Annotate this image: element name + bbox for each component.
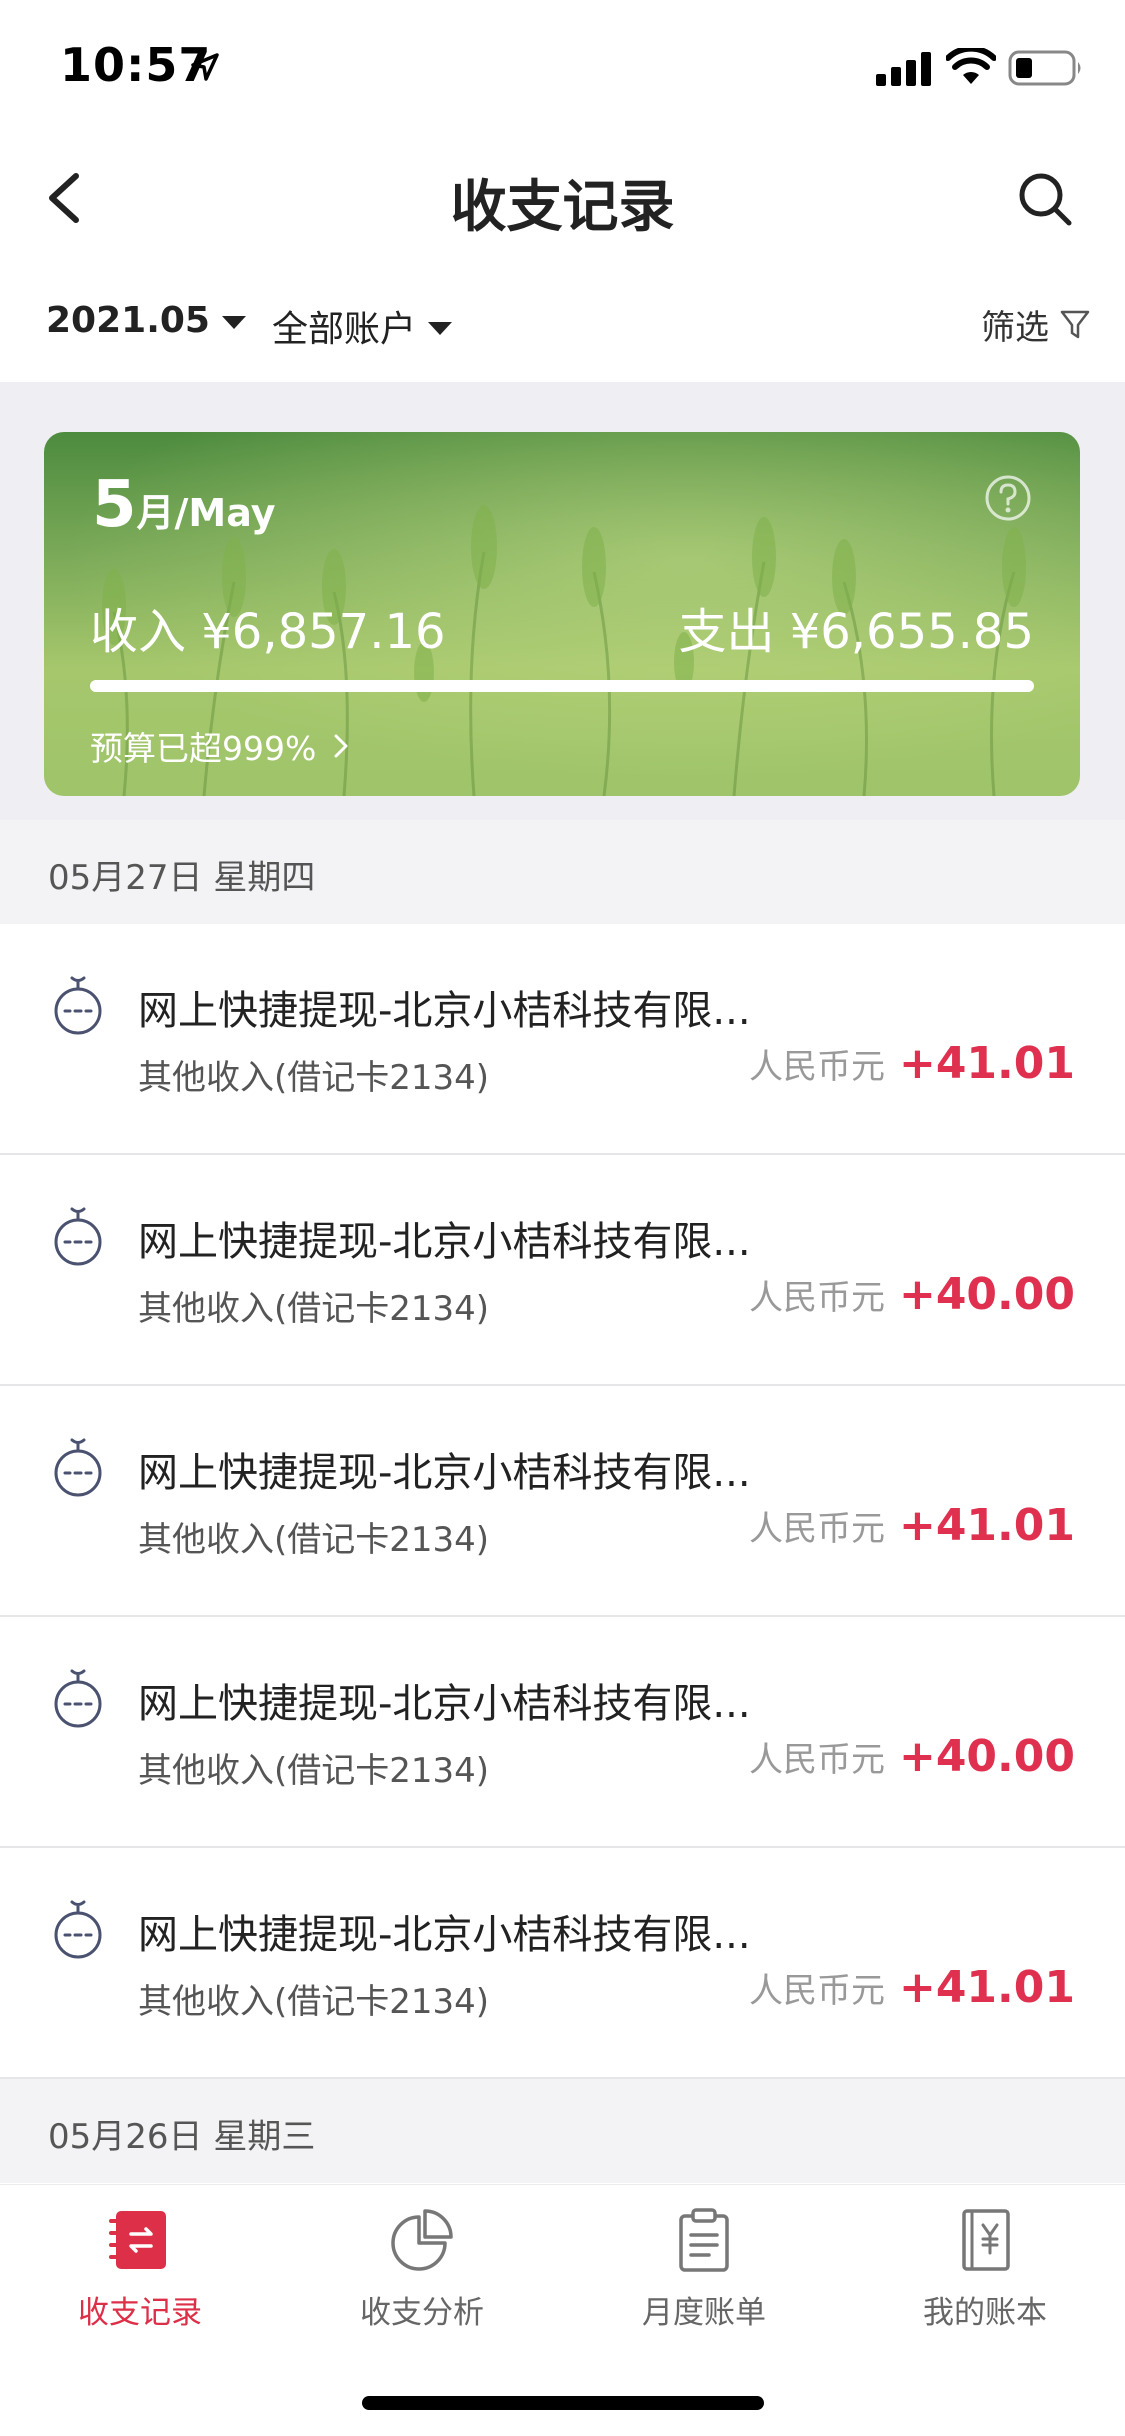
funnel-icon	[1060, 310, 1090, 338]
date-header: 05月26日 星期三	[0, 2079, 1125, 2183]
transaction-title: 网上快捷提现-北京小桔科技有限...	[138, 1219, 751, 1265]
transaction-category: 其他收入(借记卡2134)	[138, 1520, 490, 1560]
home-indicator	[362, 2396, 764, 2410]
transaction-title: 网上快捷提现-北京小桔科技有限...	[138, 1912, 751, 1958]
wifi-icon	[946, 48, 996, 84]
account-selector-label: 全部账户	[272, 309, 417, 350]
transaction-row[interactable]: 网上快捷提现-北京小桔科技有限... 其他收入(借记卡2134) 人民币元 +4…	[0, 1617, 1125, 1848]
summary-area: 5月/May 收入 ¥6,857.16 支出 ¥6,655.85 预算已超999…	[0, 382, 1125, 820]
other-income-icon	[54, 1438, 102, 1497]
tab-label: 收支记录	[78, 2295, 202, 2331]
transaction-amount-group: 人民币元 +40.00	[749, 1269, 1075, 1320]
budget-status-link[interactable]: 预算已超999%	[90, 722, 350, 770]
transaction-amount-group: 人民币元 +41.01	[749, 1962, 1075, 2013]
nav-bar: 收支记录	[0, 132, 1125, 262]
other-income-icon	[54, 1900, 102, 1959]
transaction-currency: 人民币元	[748, 1740, 885, 1780]
transaction-currency: 人民币元	[748, 1509, 885, 1549]
ledger-icon	[109, 2211, 166, 2269]
filter-row: 2021.05 全部账户 筛选	[0, 262, 1125, 382]
transaction-category: 其他收入(借记卡2134)	[138, 1289, 490, 1329]
status-bar: 10:57	[0, 0, 1125, 132]
transaction-amount-group: 人民币元 +41.01	[749, 1500, 1075, 1551]
month-selector[interactable]: 2021.05	[46, 300, 246, 341]
transaction-amount-group: 人民币元 +40.00	[749, 1731, 1075, 1782]
battery-icon	[1008, 50, 1081, 86]
expense-total: 支出 ¥6,655.85	[678, 604, 1034, 660]
transaction-amount: +40.00	[898, 1269, 1075, 1320]
transaction-amount: +41.01	[898, 1500, 1075, 1551]
transaction-title: 网上快捷提现-北京小桔科技有限...	[138, 1681, 751, 1727]
page-title: 收支记录	[450, 175, 675, 240]
signal-icon	[876, 52, 931, 86]
budget-progress-bar	[90, 680, 1034, 692]
transaction-row[interactable]: 网上快捷提现-北京小桔科技有限... 其他收入(借记卡2134) 人民币元 +4…	[0, 1848, 1125, 2079]
tab-label: 我的账本	[923, 2295, 1047, 2331]
transaction-row[interactable]: 网上快捷提现-北京小桔科技有限... 其他收入(借记卡2134) 人民币元 +4…	[0, 1386, 1125, 1617]
transaction-title: 网上快捷提现-北京小桔科技有限...	[138, 988, 751, 1034]
transaction-amount: +40.00	[898, 1731, 1075, 1782]
tab-records[interactable]: 收支记录	[0, 2207, 280, 2332]
card-month-suffix: 月/May	[136, 491, 276, 535]
transaction-category: 其他收入(借记卡2134)	[138, 1058, 490, 1098]
card-month: 5月/May	[92, 468, 275, 542]
card-month-number: 5	[92, 468, 137, 542]
question-mark-icon[interactable]	[984, 474, 1032, 522]
transaction-title: 网上快捷提现-北京小桔科技有限...	[138, 1450, 751, 1496]
date-header-label: 05月27日 星期四	[48, 858, 316, 898]
chevron-right-icon	[334, 734, 348, 758]
transaction-list: 网上快捷提现-北京小桔科技有限... 其他收入(借记卡2134) 人民币元 +4…	[0, 924, 1125, 2079]
month-selector-label: 2021.05	[46, 300, 210, 341]
pie-chart-icon	[391, 2209, 453, 2271]
transaction-amount: +41.01	[898, 1038, 1075, 1089]
yuan-book-icon	[962, 2209, 1010, 2271]
transaction-currency: 人民币元	[748, 1278, 885, 1318]
tab-my-ledger[interactable]: 我的账本	[845, 2207, 1125, 2332]
search-icon[interactable]	[1016, 170, 1074, 228]
transaction-amount: +41.01	[898, 1962, 1075, 2013]
tab-label: 收支分析	[360, 2295, 484, 2331]
budget-status-text: 预算已超999%	[90, 729, 317, 768]
month-summary-card[interactable]: 5月/May 收入 ¥6,857.16 支出 ¥6,655.85 预算已超999…	[44, 432, 1080, 796]
clipboard-icon	[679, 2208, 729, 2272]
income-expense-records-screen: 10:57 收支记录 2021.05 全部账户 筛选 5月/May 收入 ¥6,…	[0, 0, 1125, 2436]
budget-progress-fill	[90, 680, 1034, 692]
status-time: 10:57	[60, 38, 212, 92]
transaction-amount-group: 人民币元 +41.01	[749, 1038, 1075, 1089]
transaction-row[interactable]: 网上快捷提现-北京小桔科技有限... 其他收入(借记卡2134) 人民币元 +4…	[0, 1155, 1125, 1386]
other-income-icon	[54, 1207, 102, 1266]
date-header-label: 05月26日 星期三	[48, 2117, 316, 2157]
transaction-row[interactable]: 网上快捷提现-北京小桔科技有限... 其他收入(借记卡2134) 人民币元 +4…	[0, 924, 1125, 1155]
date-header: 05月27日 星期四	[0, 820, 1125, 924]
account-selector[interactable]: 全部账户	[272, 300, 453, 352]
other-income-icon	[54, 976, 102, 1035]
tab-monthly-bill[interactable]: 月度账单	[564, 2207, 844, 2332]
other-income-icon	[54, 1669, 102, 1728]
income-total: 收入 ¥6,857.16	[90, 604, 446, 660]
transaction-category: 其他收入(借记卡2134)	[138, 1982, 490, 2022]
caret-down-icon	[428, 321, 453, 335]
transaction-currency: 人民币元	[748, 1971, 885, 2011]
transaction-category: 其他收入(借记卡2134)	[138, 1751, 490, 1791]
location-arrow-icon	[191, 53, 219, 81]
filter-button[interactable]: 筛选	[981, 300, 1091, 349]
transaction-currency: 人民币元	[748, 1047, 885, 1087]
filter-button-label: 筛选	[981, 308, 1049, 348]
tab-analysis[interactable]: 收支分析	[282, 2207, 562, 2332]
tab-label: 月度账单	[642, 2295, 766, 2331]
caret-down-icon	[221, 316, 246, 329]
